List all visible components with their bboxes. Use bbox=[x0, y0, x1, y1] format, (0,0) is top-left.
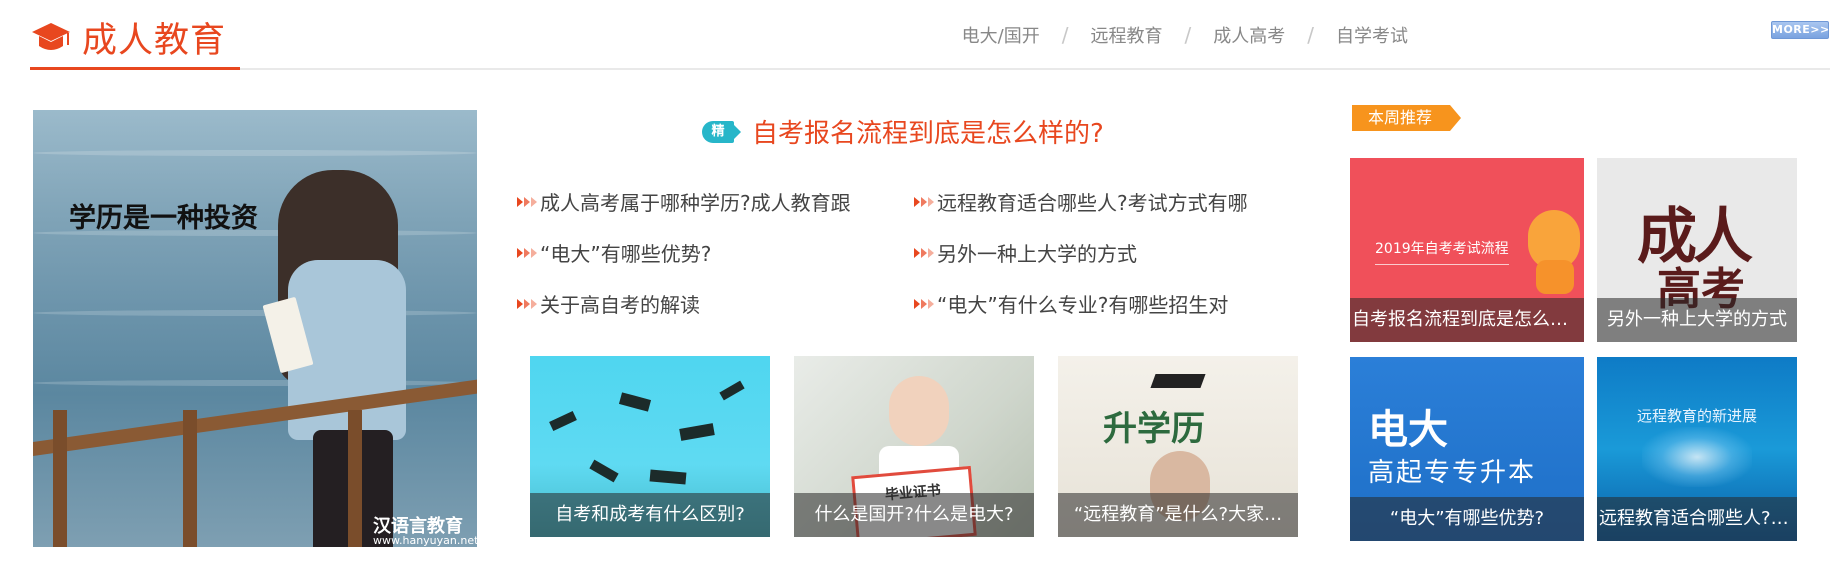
recommend-image-text: 远程教育的新进展 bbox=[1636, 407, 1757, 425]
hero-url-text: www.hanyuyan.net bbox=[373, 534, 477, 547]
railing bbox=[33, 379, 477, 456]
news-item[interactable]: 远程教育适合哪些人?考试方式有哪 bbox=[914, 187, 1248, 216]
thumbnail-image-text: 升学历 bbox=[1103, 409, 1205, 449]
mortarboard-shape bbox=[719, 380, 745, 401]
recommend-card[interactable]: 远程教育的新进展 远程教育适合哪些人?考试方 bbox=[1597, 357, 1797, 541]
hero-overlay-text: 学历是一种投资 bbox=[69, 203, 258, 234]
triple-arrow-icon bbox=[914, 247, 935, 258]
mascot-body bbox=[1536, 260, 1574, 294]
triple-arrow-icon bbox=[517, 298, 538, 309]
triple-arrow-icon bbox=[517, 247, 538, 258]
recommend-caption: 远程教育适合哪些人?考试方 bbox=[1597, 497, 1797, 541]
header-divider-accent bbox=[30, 67, 240, 70]
thumbnail-caption: 自考和成考有什么区别? bbox=[530, 493, 770, 537]
news-item-label: 另外一种上大学的方式 bbox=[937, 242, 1137, 266]
news-item-label: 远程教育适合哪些人?考试方式有哪 bbox=[937, 191, 1248, 215]
news-item[interactable]: “电大”有哪些优势? bbox=[517, 238, 711, 267]
thumbnail-caption: 什么是国开?什么是电大? bbox=[794, 493, 1034, 537]
nav-item-dianda[interactable]: 电大/国开 bbox=[962, 22, 1040, 48]
news-item-label: “电大”有什么专业?有哪些招生对 bbox=[937, 293, 1229, 317]
thumbnail-caption: “远程教育”是什么?大家… bbox=[1058, 493, 1298, 537]
railing-post bbox=[348, 410, 362, 547]
water-wave bbox=[33, 310, 477, 316]
recommend-card[interactable]: 2019年自考考试流程 自考报名流程到底是怎么样… bbox=[1350, 158, 1584, 342]
weekly-recommend-tag: 本周推荐 bbox=[1352, 105, 1462, 131]
water-wave bbox=[33, 150, 477, 156]
featured-badge: 精 bbox=[702, 120, 741, 143]
recommend-image-subtitle: 高起专专升本 bbox=[1368, 458, 1537, 488]
news-item[interactable]: 成人高考属于哪种学历?成人教育跟 bbox=[517, 187, 851, 216]
recommend-image-text: 2019年自考考试流程 bbox=[1375, 238, 1509, 265]
nav-item-adult-exam[interactable]: 成人高考 bbox=[1213, 22, 1285, 48]
recommend-caption: 自考报名流程到底是怎么样… bbox=[1350, 298, 1584, 342]
recommend-caption: “电大”有哪些优势? bbox=[1350, 497, 1584, 541]
featured-title-link[interactable]: 自考报名流程到底是怎么样的? bbox=[752, 113, 1104, 150]
nav-item-distance-education[interactable]: 远程教育 bbox=[1091, 22, 1163, 48]
graduation-cap-icon bbox=[32, 22, 70, 50]
news-item-label: 关于高自考的解读 bbox=[540, 293, 700, 317]
recommend-image-title: 电大 bbox=[1368, 407, 1448, 453]
person-face bbox=[889, 376, 949, 446]
mortarboard-shape bbox=[618, 392, 652, 412]
hero-image[interactable]: 学历是一种投资 汉语言教育 www.hanyuyan.net bbox=[33, 110, 477, 547]
recommend-card[interactable]: 电大 高起专专升本 “电大”有哪些优势? bbox=[1350, 357, 1584, 541]
more-button[interactable]: MORE>> bbox=[1771, 21, 1829, 39]
news-item-label: 成人高考属于哪种学历?成人教育跟 bbox=[540, 191, 851, 215]
railing-post bbox=[53, 410, 67, 547]
recommend-caption: 另外一种上大学的方式 bbox=[1597, 298, 1797, 342]
mortarboard-shape bbox=[589, 459, 619, 483]
news-item[interactable]: “电大”有什么专业?有哪些招生对 bbox=[914, 289, 1228, 318]
nav-separator: / bbox=[1307, 23, 1314, 47]
thumbnail-card[interactable]: 毕业证书 什么是国开?什么是电大? bbox=[794, 356, 1034, 537]
nav-separator: / bbox=[1061, 23, 1069, 47]
brand[interactable]: 成人教育 bbox=[30, 12, 226, 63]
mortarboard-shape bbox=[549, 410, 577, 432]
news-item[interactable]: 另外一种上大学的方式 bbox=[914, 238, 1137, 267]
water-wave bbox=[33, 380, 477, 386]
thumbnail-card[interactable]: 升学历 “远程教育”是什么?大家… bbox=[1058, 356, 1298, 537]
news-item[interactable]: 关于高自考的解读 bbox=[517, 289, 700, 318]
recommend-card[interactable]: 成人 高考 另外一种上大学的方式 bbox=[1597, 158, 1797, 342]
mortarboard-shape bbox=[649, 469, 687, 485]
thumbnail-card[interactable]: 自考和成考有什么区别? bbox=[530, 356, 770, 537]
mortarboard-shape bbox=[1150, 374, 1206, 388]
header-divider bbox=[30, 68, 1830, 70]
triple-arrow-icon bbox=[517, 196, 538, 207]
triple-arrow-icon bbox=[914, 196, 935, 207]
category-nav: 电大/国开 / 远程教育 / 成人高考 / 自学考试 bbox=[962, 22, 1408, 48]
nav-separator: / bbox=[1184, 23, 1192, 47]
railing-post bbox=[183, 410, 197, 547]
mortarboard-shape bbox=[679, 423, 715, 441]
section-title: 成人教育 bbox=[82, 21, 227, 61]
nav-item-self-study-exam[interactable]: 自学考试 bbox=[1336, 22, 1408, 48]
featured-headline: 精 自考报名流程到底是怎么样的? bbox=[702, 113, 1104, 150]
book-glow bbox=[1642, 427, 1752, 487]
triple-arrow-icon bbox=[914, 298, 935, 309]
news-item-label: “电大”有哪些优势? bbox=[540, 242, 712, 266]
